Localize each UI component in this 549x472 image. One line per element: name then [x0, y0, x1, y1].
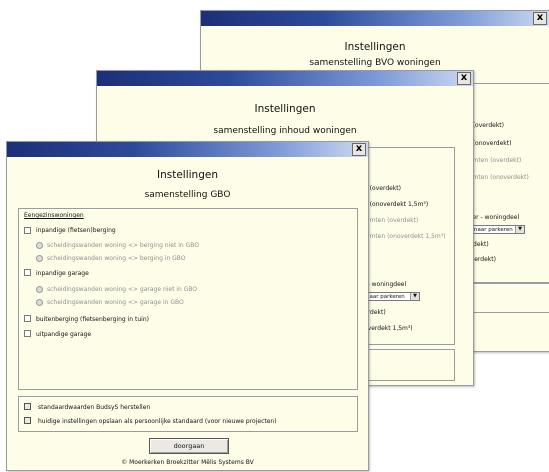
- bottom-panel: [462, 283, 549, 313]
- window-subheading: samenstelling inhoud woningen: [213, 126, 357, 136]
- window-subheading: samenstelling GBO: [144, 190, 231, 200]
- option-label: uimten (onoverdekt 1,5m³): [364, 233, 446, 240]
- garage-niet-label: scheidingswanden woning <> garage niet i…: [47, 286, 198, 293]
- window-titlebar[interactable]: x: [7, 142, 368, 157]
- option-label: n (onoverdekt 1,5m³): [364, 201, 429, 208]
- garage-in-radio[interactable]: [36, 299, 43, 306]
- close-button[interactable]: x: [533, 12, 547, 25]
- defaults-panel: [18, 396, 358, 432]
- select-value: naar parkeren: [474, 227, 513, 233]
- berging-in-radio[interactable]: [36, 255, 43, 262]
- select-value: naar parkeren: [366, 294, 405, 300]
- settings-window-gbo: x Instellingen samenstelling GBO Eengezi…: [6, 141, 369, 471]
- close-button[interactable]: x: [457, 72, 471, 85]
- garage-niet-radio[interactable]: [36, 286, 43, 293]
- chevron-down-icon[interactable]: ▼: [410, 293, 419, 300]
- save-defaults-checkbox[interactable]: [24, 417, 31, 424]
- window-titlebar[interactable]: x: [97, 71, 473, 86]
- inpandige-berging-checkbox[interactable]: [24, 227, 31, 234]
- continue-button[interactable]: doorgaan: [149, 438, 229, 454]
- inpandige-garage-checkbox[interactable]: [24, 269, 31, 276]
- window-subheading: samenstelling BVO woningen: [309, 58, 441, 68]
- inpandige-berging-label: inpandige (fietsen)berging: [36, 227, 116, 234]
- garage-in-label: scheidingswanden woning <> garage in GBO: [47, 299, 184, 306]
- uitpandige-garage-checkbox[interactable]: [24, 330, 31, 337]
- restore-defaults-label: standaardwaarden BudsyS herstellen: [38, 404, 151, 411]
- buitenberging-checkbox[interactable]: [24, 315, 31, 322]
- option-label: n (overdekt): [364, 185, 401, 192]
- section-title: Eengezinswoningen: [24, 212, 84, 219]
- option-label: uimten (onoverdekt): [467, 174, 529, 181]
- save-defaults-label: huidige instellingen opslaan als persoon…: [38, 418, 277, 425]
- berging-in-label: scheidingswanden woning <> berging in GB…: [47, 255, 186, 262]
- window-heading: Instellingen: [157, 169, 218, 181]
- parking-select[interactable]: naar parkeren ▼: [470, 225, 525, 234]
- uitpandige-garage-label: uitpandige garage: [36, 331, 92, 338]
- option-label: lder - woningdeel: [467, 214, 520, 221]
- restore-defaults-checkbox[interactable]: [24, 403, 31, 410]
- options-panel: [462, 83, 549, 283]
- inpandige-garage-label: inpandige garage: [36, 270, 89, 277]
- window-titlebar[interactable]: x: [201, 11, 549, 26]
- buitenberging-label: buitenberging (fietsenberging in tuin): [36, 316, 149, 323]
- option-label: overdekt 1,5m³): [364, 325, 413, 332]
- berging-niet-radio[interactable]: [36, 242, 43, 249]
- chevron-down-icon[interactable]: ▼: [515, 226, 524, 233]
- window-heading: Instellingen: [254, 103, 316, 115]
- window-heading: Instellingen: [344, 41, 406, 53]
- parking-select[interactable]: naar parkeren ▼: [362, 292, 420, 301]
- close-button[interactable]: x: [352, 143, 366, 156]
- option-label: uimten (overdekt): [364, 217, 419, 224]
- option-label: uimten (overdekt): [467, 157, 522, 164]
- copyright-text: © Moerkerken Broekzitter Mëlis Systems B…: [121, 459, 254, 466]
- berging-niet-label: scheidingswanden woning <> berging niet …: [47, 242, 199, 249]
